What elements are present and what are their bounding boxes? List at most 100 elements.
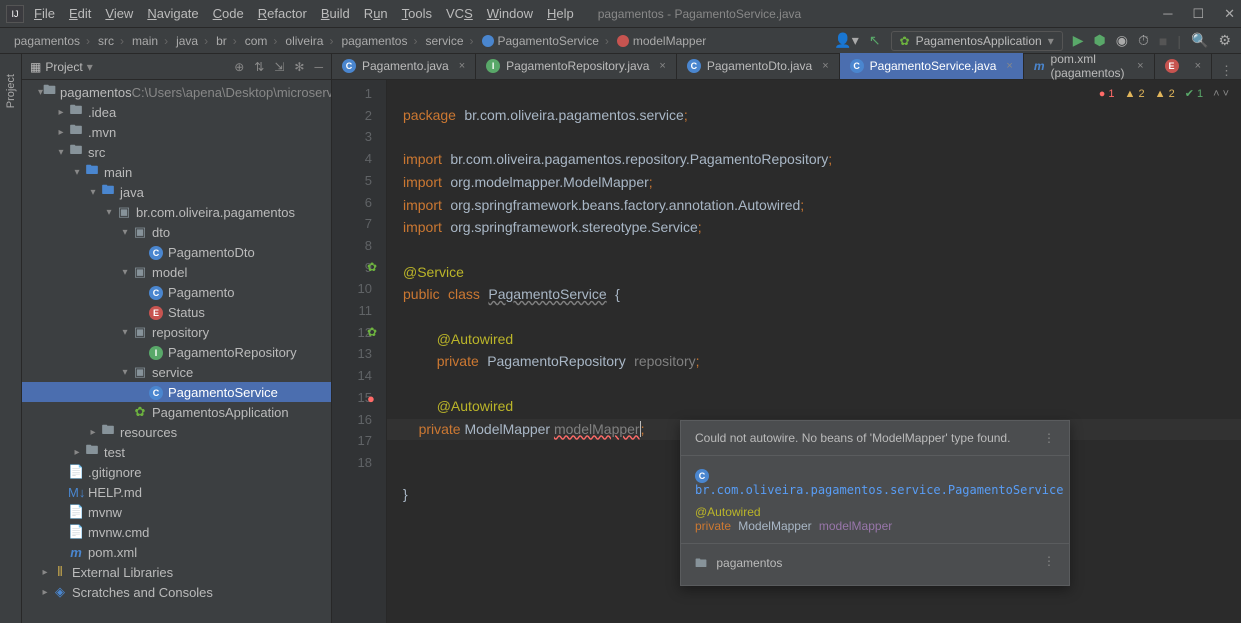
run-config-selector[interactable]: ✿ PagamentosApplication ▾ — [891, 31, 1063, 51]
tabs-overflow-icon[interactable]: ⋮ — [1212, 63, 1241, 79]
tree-row[interactable]: ▾🖿pagamentos C:\Users\apena\Desktop\micr… — [22, 82, 331, 102]
close-tab-icon[interactable]: × — [822, 60, 828, 72]
tooltip-module: pagamentos — [716, 556, 782, 570]
error-gutter-icon[interactable]: ● — [367, 388, 375, 410]
breadcrumb-item[interactable]: pagamentos — [337, 34, 421, 48]
close-tab-icon[interactable]: × — [1137, 60, 1143, 72]
menu-refactor[interactable]: Refactor — [258, 6, 307, 21]
tree-row[interactable]: ▾🖿java — [22, 182, 331, 202]
inspection-summary[interactable]: ● 1 ▲ 2 ▲ 2 ✔ 1 ˄ ˅ — [1099, 84, 1229, 106]
menu-file[interactable]: File — [34, 6, 55, 21]
maximize-button[interactable]: ☐ — [1192, 6, 1204, 22]
menu-view[interactable]: View — [105, 6, 133, 21]
tree-row[interactable]: ▸🖿resources — [22, 422, 331, 442]
tree-row[interactable]: ▾▣repository — [22, 322, 331, 342]
tree-row[interactable]: ▾▣dto — [22, 222, 331, 242]
menu-window[interactable]: Window — [487, 6, 533, 21]
tooltip-class-link[interactable]: br.com.oliveira.pagamentos.service.Pagam… — [695, 483, 1063, 497]
breadcrumb-item[interactable]: java — [172, 34, 212, 48]
project-panel-title: Project — [45, 60, 82, 74]
search-icon[interactable]: 🔍 — [1191, 32, 1208, 49]
tree-row[interactable]: ▾▣br.com.oliveira.pagamentos — [22, 202, 331, 222]
app-logo: IJ — [6, 5, 24, 23]
tree-row[interactable]: CPagamentoDto — [22, 242, 331, 262]
tree-row[interactable]: ✿PagamentosApplication — [22, 402, 331, 422]
close-tab-icon[interactable]: × — [659, 60, 665, 72]
spring-gutter-icon[interactable]: ✿ — [367, 322, 377, 344]
window-title: pagamentos - PagamentoService.java — [598, 7, 801, 21]
tree-row[interactable]: ▾🖿main — [22, 162, 331, 182]
select-opened-icon[interactable]: ⊕ — [234, 60, 244, 74]
breadcrumb-item[interactable]: br — [212, 34, 241, 48]
menu-edit[interactable]: Edit — [69, 6, 91, 21]
tree-row[interactable]: ▸🖿.idea — [22, 102, 331, 122]
tree-row[interactable]: 📄.gitignore — [22, 462, 331, 482]
tree-row[interactable]: ▾▣service — [22, 362, 331, 382]
settings-icon[interactable]: ⚙ — [1218, 32, 1231, 49]
run-button[interactable]: ▶ — [1073, 32, 1084, 49]
minimize-button[interactable]: ─ — [1163, 6, 1172, 22]
tree-row[interactable]: ▸◈Scratches and Consoles — [22, 582, 331, 602]
breadcrumb-item[interactable]: oliveira — [281, 34, 337, 48]
tree-row[interactable]: M↓HELP.md — [22, 482, 331, 502]
spring-icon: ✿ — [900, 34, 910, 48]
menu-tools[interactable]: Tools — [402, 6, 432, 21]
ok-count: ✔ 1 — [1185, 84, 1203, 106]
breadcrumb-item[interactable]: modelMapper — [613, 34, 710, 48]
stop-button[interactable]: ■ — [1159, 33, 1167, 49]
breadcrumb-item[interactable]: main — [128, 34, 172, 48]
menu-run[interactable]: Run — [364, 6, 388, 21]
editor-tab[interactable]: E × — [1155, 53, 1212, 79]
project-tool-tab[interactable]: Project — [5, 74, 17, 108]
warning-count: ▲ 2 — [1125, 84, 1145, 106]
breadcrumb-item[interactable]: PagamentoService — [478, 34, 613, 48]
tree-row[interactable]: CPagamento — [22, 282, 331, 302]
close-tab-icon[interactable]: × — [1195, 60, 1201, 72]
tree-row[interactable]: IPagamentoRepository — [22, 342, 331, 362]
spring-gutter-icon[interactable]: ✿ — [367, 257, 377, 279]
menu-help[interactable]: Help — [547, 6, 574, 21]
settings-icon[interactable]: ✻ — [294, 60, 304, 74]
menu-navigate[interactable]: Navigate — [147, 6, 198, 21]
tree-row[interactable]: ▸🖿.mvn — [22, 122, 331, 142]
tree-row[interactable]: ▾▣model — [22, 262, 331, 282]
hide-icon[interactable]: ─ — [314, 60, 323, 74]
folder-icon: 🖿 — [695, 556, 707, 570]
tree-row[interactable]: mpom.xml — [22, 542, 331, 562]
user-icon[interactable]: 👤▾ — [834, 32, 858, 49]
close-tab-icon[interactable]: × — [1006, 60, 1012, 72]
breadcrumb-item[interactable]: com — [241, 34, 282, 48]
editor-tab[interactable]: m pom.xml (pagamentos)× — [1024, 53, 1155, 79]
editor-tab[interactable]: C Pagamento.java× — [332, 53, 476, 79]
divider: | — [1177, 33, 1181, 49]
editor-tabs: C Pagamento.java×I PagamentoRepository.j… — [332, 54, 1241, 80]
tree-row[interactable]: ▸🖿test — [22, 442, 331, 462]
more-actions-icon[interactable]: ⋮ — [1043, 554, 1055, 568]
tree-row[interactable]: 📄mvnw.cmd — [22, 522, 331, 542]
profile-button[interactable]: ⏱ — [1138, 32, 1149, 49]
editor-tab[interactable]: I PagamentoRepository.java× — [476, 53, 677, 79]
menu-vcs[interactable]: VCS — [446, 6, 473, 21]
more-actions-icon[interactable]: ⋮ — [1043, 431, 1055, 445]
tree-row[interactable]: 📄mvnw — [22, 502, 331, 522]
project-tree[interactable]: ▾🖿pagamentos C:\Users\apena\Desktop\micr… — [22, 80, 331, 623]
tree-row[interactable]: EStatus — [22, 302, 331, 322]
menu-code[interactable]: Code — [213, 6, 244, 21]
tree-row[interactable]: ▾🖿src — [22, 142, 331, 162]
editor-tab[interactable]: C PagamentoDto.java× — [677, 53, 840, 79]
main-menu: File Edit View Navigate Code Refactor Bu… — [34, 6, 574, 21]
hammer-icon[interactable]: ↖ — [869, 32, 881, 49]
menu-build[interactable]: Build — [321, 6, 350, 21]
debug-button[interactable]: ⬢ — [1094, 32, 1106, 49]
breadcrumb-item[interactable]: src — [94, 34, 128, 48]
close-button[interactable]: ✕ — [1224, 6, 1235, 22]
collapse-all-icon[interactable]: ⇲ — [274, 60, 284, 74]
breadcrumb-item[interactable]: pagamentos — [10, 34, 94, 48]
editor-tab[interactable]: C PagamentoService.java× — [840, 53, 1024, 79]
close-tab-icon[interactable]: × — [459, 60, 465, 72]
breadcrumb-item[interactable]: service — [421, 34, 477, 48]
expand-all-icon[interactable]: ⇅ — [254, 60, 264, 74]
coverage-button[interactable]: ◉ — [1116, 32, 1128, 49]
tree-row[interactable]: CPagamentoService — [22, 382, 331, 402]
tree-row[interactable]: ▸⫴External Libraries — [22, 562, 331, 582]
